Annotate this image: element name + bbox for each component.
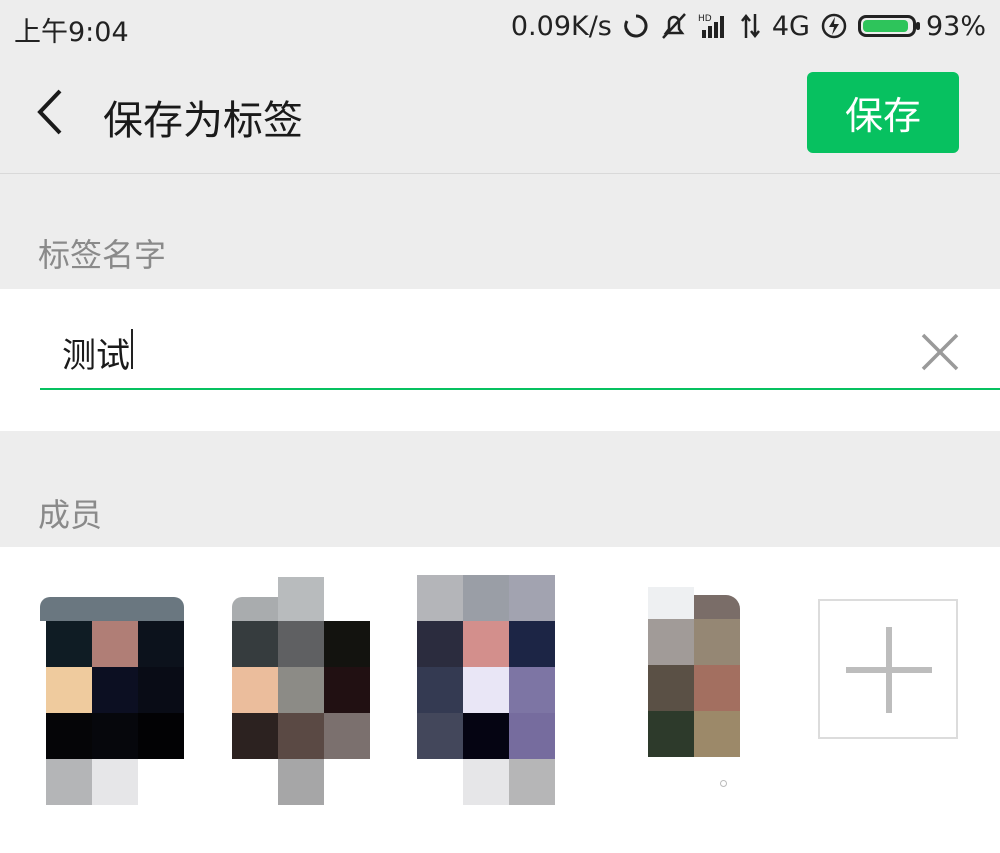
sync-icon: [622, 12, 650, 40]
save-button[interactable]: 保存: [807, 72, 959, 153]
members-panel: [0, 547, 1000, 853]
battery-level: [862, 20, 908, 32]
page-indicator-dot: [720, 780, 727, 787]
status-right-group: 0.09K/s HD 4G 93%: [511, 8, 986, 44]
battery-percent: 93%: [925, 10, 986, 42]
hd-signal-icon: HD: [698, 12, 730, 40]
members-label: 成员: [38, 496, 103, 534]
data-arrows-icon: [740, 12, 762, 40]
charging-icon: [820, 12, 848, 40]
signal-type: 4G: [771, 10, 810, 42]
page-title: 保存为标签: [103, 98, 303, 144]
text-cursor: [131, 329, 133, 369]
input-underline: [40, 388, 1000, 390]
mute-bell-icon: [660, 11, 688, 41]
member-avatar[interactable]: [40, 597, 184, 827]
tag-name-panel: [0, 289, 1000, 431]
tag-name-label: 标签名字: [38, 236, 167, 274]
add-member-button[interactable]: [818, 599, 958, 739]
member-avatar[interactable]: [417, 575, 561, 805]
top-bar: 保存为标签 保存: [0, 52, 1000, 174]
network-speed: 0.09K/s: [510, 10, 612, 42]
tag-name-input[interactable]: [62, 327, 862, 377]
status-time: 上午9:04: [14, 17, 129, 48]
svg-text:HD: HD: [698, 14, 712, 24]
status-bar: 上午9:04 0.09K/s HD 4G 93%: [0, 0, 1000, 52]
member-avatar[interactable]: [228, 577, 372, 807]
back-arrow-icon[interactable]: [30, 85, 70, 139]
clear-input-icon[interactable]: [920, 332, 960, 372]
battery-icon: [857, 15, 920, 37]
